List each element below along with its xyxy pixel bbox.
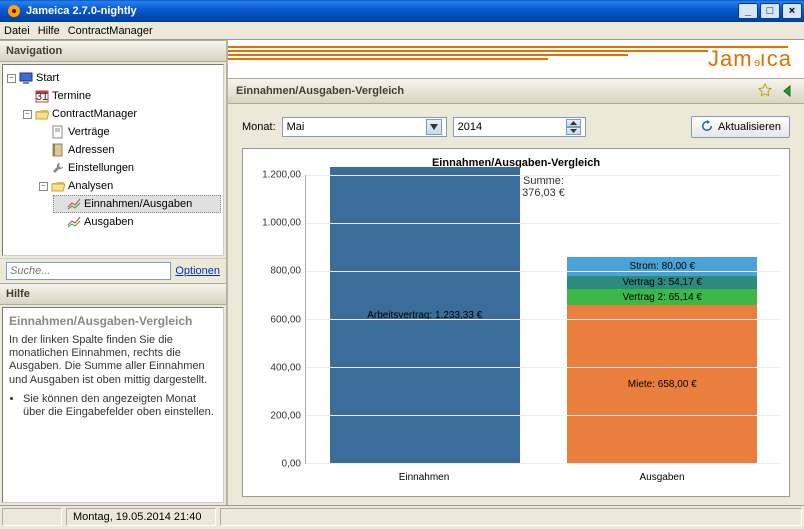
back-arrow-icon[interactable] [778,82,796,100]
expander-icon[interactable] [23,110,32,119]
year-value: 2014 [458,121,482,133]
month-label: Monat: [242,121,276,133]
y-tick: 0,00 [282,459,301,470]
addressbook-icon [51,143,65,157]
year-spinner[interactable]: 2014 [453,117,586,137]
tree-termine[interactable]: 31 Termine [21,87,221,105]
wrench-icon [51,161,65,175]
tree-einnahmen-ausgaben-label: Einnahmen/Ausgaben [84,196,192,212]
tree-einstellungen[interactable]: Einstellungen [37,159,221,177]
expander-icon[interactable] [7,74,16,83]
y-axis: 0,00200,00400,00600,00800,001.000,001.20… [251,175,305,464]
calendar-icon: 31 [35,89,49,103]
app-icon [6,3,22,19]
nav-tree: Start 31 Termine ContractManage [2,64,224,256]
chart-icon [67,197,81,211]
chart-icon [67,215,81,229]
logo-strip: Jameıca [228,40,804,78]
help-heading: Einnahmen/Ausgaben-Vergleich [9,314,217,328]
close-button[interactable]: × [782,3,802,19]
tree-vertraege[interactable]: Verträge [37,123,221,141]
tree-analysen-label: Analysen [68,178,113,194]
tree-adressen-label: Adressen [68,142,114,158]
document-icon [51,125,65,139]
tree-adressen[interactable]: Adressen [37,141,221,159]
x-label: Ausgaben [543,464,781,492]
x-label: Einnahmen [305,464,543,492]
chart-plot: 0,00200,00400,00600,00800,001.000,001.20… [251,175,781,464]
y-tick: 600,00 [270,314,301,325]
help-body: Einnahmen/Ausgaben-Vergleich In der link… [2,307,224,503]
bar-segment: Strom: 80,00 € [567,257,757,276]
content-heading: Einnahmen/Ausgaben-Vergleich [236,85,404,97]
y-tick: 800,00 [270,266,301,277]
nav-panel-title: Navigation [0,40,226,62]
tree-termine-label: Termine [52,88,91,104]
spin-up-icon[interactable] [566,119,581,127]
help-bullet: Sie können den angezeigten Monat über di… [23,393,217,419]
y-tick: 1.000,00 [262,218,301,229]
spinner-buttons[interactable] [566,119,581,135]
svg-text:31: 31 [36,91,48,103]
tree-contractmanager[interactable]: ContractManager [21,105,221,123]
expander-icon[interactable] [39,182,48,191]
x-axis: EinnahmenAusgaben [305,464,781,492]
tree-start-label: Start [36,70,59,86]
status-date: Montag, 19.05.2014 21:40 [66,508,216,526]
tree-ausgaben[interactable]: Ausgaben [53,213,221,231]
status-cell-3 [220,508,802,526]
y-tick: 400,00 [270,362,301,373]
bar-segment: Arbeitsvertrag: 1.233,33 € [330,167,520,463]
minimize-button[interactable]: _ [738,3,758,19]
menu-contractmanager[interactable]: ContractManager [68,25,153,37]
status-cell-1 [2,508,62,526]
folder-open-icon [35,107,49,121]
content-heading-bar: Einnahmen/Ausgaben-Vergleich [228,78,804,104]
refresh-icon [700,119,714,136]
bar-segment: Vertrag 2: 65,14 € [567,289,757,305]
help-paragraph: In der linken Spalte finden Sie die mona… [9,334,217,387]
month-value: Mai [287,121,305,133]
controls-row: Monat: Mai 2014 Aktualisieren [228,104,804,148]
y-tick: 1.200,00 [262,170,301,181]
spin-down-icon[interactable] [566,127,581,135]
refresh-label: Aktualisieren [718,121,781,133]
y-tick: 200,00 [270,410,301,421]
chart-container: Einnahmen/Ausgaben-Vergleich 0,00200,004… [242,148,790,497]
bar-segment: Miete: 658,00 € [567,305,757,463]
tree-contractmanager-label: ContractManager [52,106,137,122]
tree-analysen[interactable]: Analysen [37,177,221,195]
menu-datei[interactable]: Datei [4,25,30,37]
tree-start[interactable]: Start [5,69,221,87]
month-select[interactable]: Mai [282,117,447,137]
titlebar: Jameica 2.7.0-nightly _ □ × [0,0,804,22]
help-panel-title: Hilfe [0,283,226,305]
menubar: Datei Hilfe ContractManager [0,22,804,40]
search-row: Optionen [0,258,226,283]
menu-hilfe[interactable]: Hilfe [38,25,60,37]
tree-einnahmen-ausgaben[interactable]: Einnahmen/Ausgaben [53,195,221,213]
search-input[interactable] [6,262,171,280]
tree-vertraege-label: Verträge [68,124,110,140]
monitor-icon [19,71,33,85]
maximize-button[interactable]: □ [760,3,780,19]
statusbar: Montag, 19.05.2014 21:40 [0,505,804,527]
bar-segment: Vertrag 3: 54,17 € [567,276,757,289]
folder-open-icon [51,179,65,193]
refresh-button[interactable]: Aktualisieren [691,116,790,138]
chevron-down-icon[interactable] [426,119,442,135]
tree-einstellungen-label: Einstellungen [68,160,134,176]
window-title: Jameica 2.7.0-nightly [26,5,736,17]
star-icon[interactable] [756,82,774,100]
search-options-link[interactable]: Optionen [175,265,220,277]
plot-area: Summe: 376,03 € Arbeitsvertrag: 1.233,33… [305,175,781,464]
tree-ausgaben-label: Ausgaben [84,214,134,230]
